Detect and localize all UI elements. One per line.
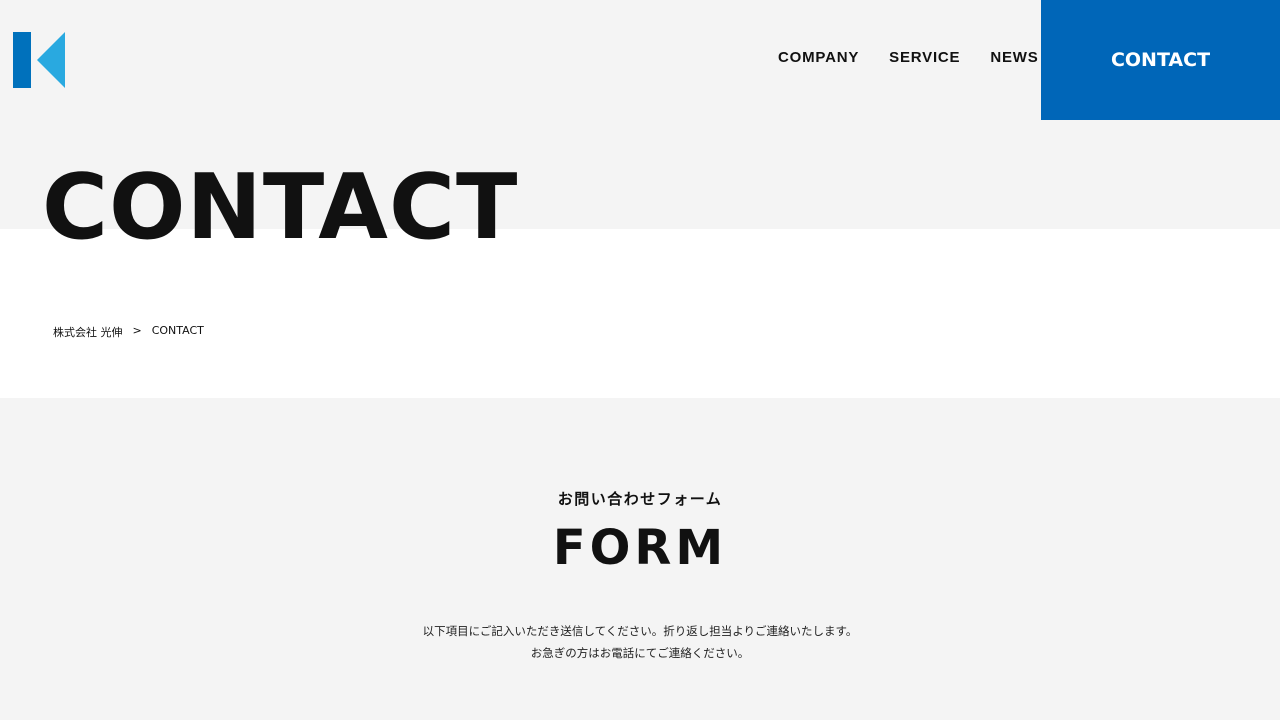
logo-icon[interactable] (13, 32, 65, 88)
form-subtitle: お問い合わせフォーム (557, 490, 723, 508)
breadcrumb-home[interactable]: 株式会社 光伸 (53, 324, 123, 340)
form-description-line-1: 以下項目にご記入いただき送信してください。折り返し担当よりご連絡いたします。 (422, 624, 858, 638)
form-title: FORM (552, 520, 728, 576)
breadcrumb-current: CONTACT (151, 324, 204, 337)
form-description: 以下項目にご記入いただき送信してください。折り返し担当よりご連絡いたします。 お… (0, 620, 1280, 664)
form-description-line-2: お急ぎの方はお電話にてご連絡ください。 (530, 646, 750, 660)
page-title: CONTACT (42, 155, 519, 260)
nav-company[interactable]: COMPANY (778, 49, 859, 66)
nav-news[interactable]: NEWS (990, 49, 1038, 66)
breadcrumb: 株式会社 光伸 > CONTACT (53, 324, 204, 340)
nav-service[interactable]: SERVICE (889, 49, 960, 66)
contact-button[interactable]: CONTACT (1041, 0, 1280, 120)
breadcrumb-separator: > (132, 324, 142, 337)
main-nav: COMPANY SERVICE NEWS (778, 49, 1039, 66)
form-section: お問い合わせフォーム FORM 以下項目にご記入いただき送信してください。折り返… (0, 398, 1280, 720)
